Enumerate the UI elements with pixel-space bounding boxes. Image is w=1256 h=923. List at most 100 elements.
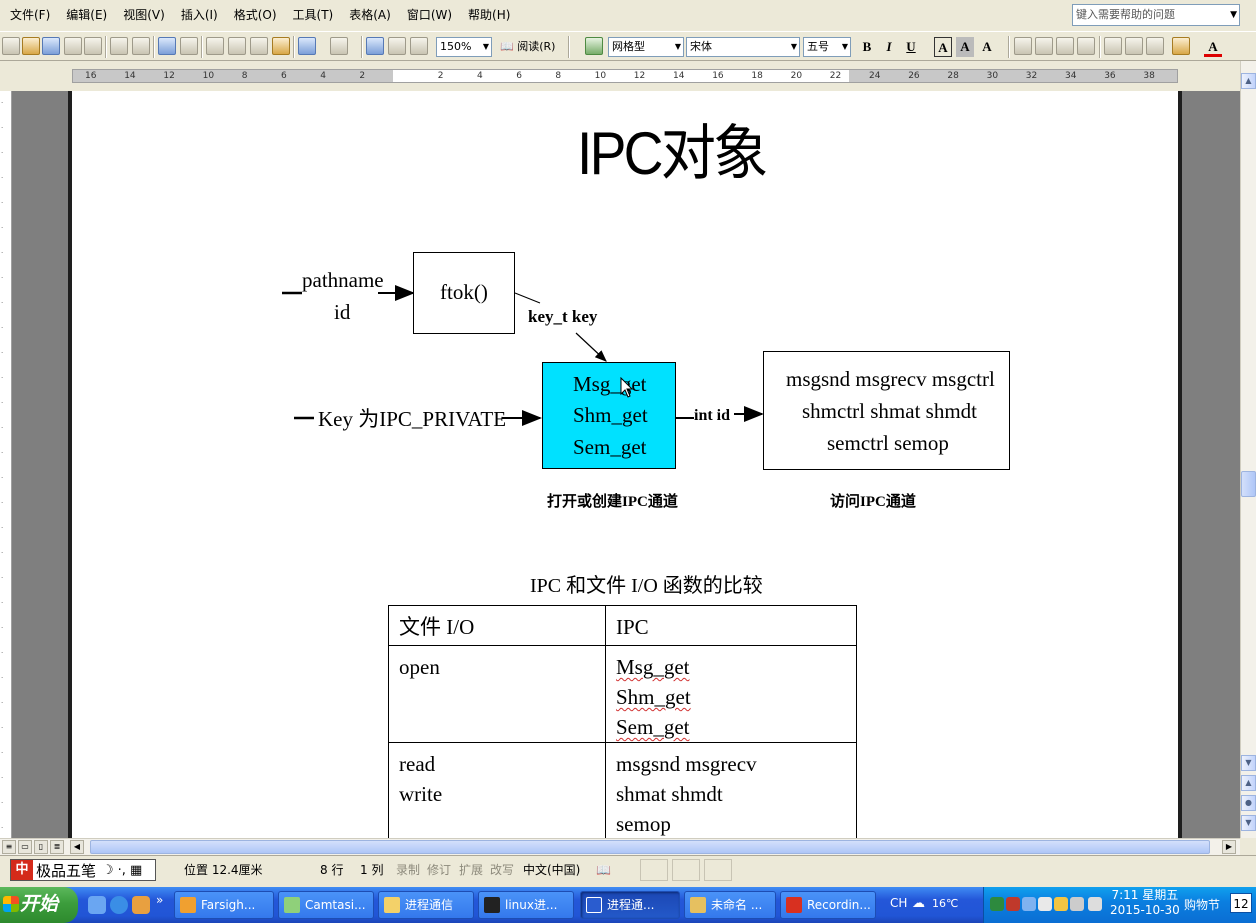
new-doc-icon[interactable] bbox=[2, 37, 20, 55]
print-preview-icon[interactable] bbox=[132, 37, 150, 55]
menu-help[interactable]: 帮助(H) bbox=[460, 0, 518, 31]
char-shading-button[interactable]: A bbox=[956, 37, 974, 57]
scroll-down-icon[interactable]: ▼ bbox=[1241, 755, 1256, 771]
task-terminal[interactable]: linux进... bbox=[478, 891, 574, 919]
chevron-down-icon[interactable]: ▼ bbox=[1230, 5, 1237, 25]
zoom-select[interactable]: 150% ▼ bbox=[436, 37, 492, 57]
menu-table[interactable]: 表格(A) bbox=[341, 0, 399, 31]
tray-app2-icon[interactable] bbox=[1038, 897, 1052, 911]
font-select[interactable]: 宋体 ▼ bbox=[686, 37, 800, 57]
italic-button[interactable]: I bbox=[880, 37, 898, 57]
cut-icon[interactable] bbox=[206, 37, 224, 55]
tray-app-icon[interactable] bbox=[1022, 897, 1036, 911]
promo-label[interactable]: 购物节 bbox=[1184, 896, 1220, 913]
bold-button[interactable]: B bbox=[858, 37, 876, 57]
bullets-icon[interactable] bbox=[1125, 37, 1143, 55]
outline-view-icon[interactable]: ≣ bbox=[50, 840, 64, 854]
paste-icon[interactable] bbox=[250, 37, 268, 55]
vertical-scrollbar[interactable]: ▲ ▼ ▲ ● ▼ bbox=[1240, 61, 1256, 838]
status-ext[interactable]: 扩展 bbox=[459, 862, 483, 878]
char-border-button[interactable]: A bbox=[934, 37, 952, 57]
punct-icon[interactable]: ·, bbox=[118, 863, 126, 878]
moon-icon[interactable]: ☽ bbox=[102, 863, 114, 878]
task-camtasia[interactable]: Camtasi... bbox=[278, 891, 374, 919]
copy-icon[interactable] bbox=[228, 37, 246, 55]
normal-view-icon[interactable]: ≡ bbox=[2, 840, 16, 854]
cell-file[interactable]: read write bbox=[388, 742, 606, 838]
tables-borders-icon[interactable] bbox=[388, 37, 406, 55]
menu-edit[interactable]: 编辑(E) bbox=[58, 0, 115, 31]
menu-format[interactable]: 格式(O) bbox=[226, 0, 285, 31]
browse-object-icon[interactable]: ● bbox=[1241, 795, 1256, 811]
justify-icon[interactable] bbox=[1077, 37, 1095, 55]
task-recording[interactable]: Recordin... bbox=[780, 891, 876, 919]
char-scale-button[interactable]: A bbox=[978, 37, 996, 57]
keyboard-icon[interactable]: ▦ bbox=[130, 863, 142, 878]
task-folder[interactable]: 进程通信 bbox=[378, 891, 474, 919]
h-scroll-thumb[interactable] bbox=[90, 840, 1210, 854]
cell-ipc[interactable]: msgsnd msgrecv shmat shmdt semop bbox=[605, 742, 857, 838]
document-page[interactable]: IPC对象 pathname id ftok() key_t key Key 为… bbox=[68, 91, 1182, 838]
redo-icon[interactable] bbox=[330, 37, 348, 55]
numbering-icon[interactable] bbox=[1104, 37, 1122, 55]
styles-icon[interactable] bbox=[585, 37, 603, 55]
style-select[interactable]: 网格型 ▼ bbox=[608, 37, 684, 57]
header-ipc[interactable]: IPC bbox=[605, 605, 857, 646]
font-color-button[interactable]: A bbox=[1204, 37, 1222, 57]
status-rec[interactable]: 录制 bbox=[396, 862, 420, 878]
calendar-day[interactable]: 12 bbox=[1230, 893, 1252, 913]
weather-icon[interactable]: ☁ bbox=[912, 896, 925, 911]
security-icon[interactable] bbox=[1006, 897, 1020, 911]
lang-indicator[interactable]: CH bbox=[890, 896, 907, 910]
display-icon[interactable] bbox=[1088, 897, 1102, 911]
scroll-left-icon[interactable]: ◀ bbox=[70, 840, 84, 854]
scroll-up-icon[interactable]: ▲ bbox=[1241, 73, 1256, 89]
research-icon[interactable] bbox=[180, 37, 198, 55]
scroll-thumb[interactable] bbox=[1241, 471, 1256, 497]
start-button[interactable]: 开始 bbox=[0, 887, 78, 923]
spelling-status-icon[interactable]: 📖 bbox=[596, 862, 611, 878]
status-ovr[interactable]: 改写 bbox=[490, 862, 514, 878]
horizontal-scrollbar[interactable]: ≡ ▭ ▯ ≣ ◀ ▶ bbox=[0, 838, 1240, 855]
undo-icon[interactable] bbox=[298, 37, 316, 55]
status-trk[interactable]: 修订 bbox=[427, 862, 451, 878]
next-page-icon[interactable]: ▼ bbox=[1241, 815, 1256, 831]
task-farsight[interactable]: Farsigh... bbox=[174, 891, 274, 919]
read-mode-button[interactable]: 📖 阅读(R) bbox=[500, 37, 555, 57]
insert-table-icon[interactable] bbox=[410, 37, 428, 55]
hyperlink-icon[interactable] bbox=[366, 37, 384, 55]
print-view-icon[interactable]: ▯ bbox=[34, 840, 48, 854]
spelling-icon[interactable] bbox=[158, 37, 176, 55]
format-painter-icon[interactable] bbox=[272, 37, 290, 55]
menu-window[interactable]: 窗口(W) bbox=[399, 0, 460, 31]
ie-icon[interactable] bbox=[110, 896, 128, 914]
email-icon[interactable] bbox=[84, 37, 102, 55]
permission-icon[interactable] bbox=[64, 37, 82, 55]
cell-ipc[interactable]: Msg_get Shm_get Sem_get bbox=[605, 645, 857, 743]
menu-insert[interactable]: 插入(I) bbox=[173, 0, 226, 31]
align-center-icon[interactable] bbox=[1035, 37, 1053, 55]
menu-file[interactable]: 文件(F) bbox=[2, 0, 58, 31]
align-right-icon[interactable] bbox=[1056, 37, 1074, 55]
header-file-io[interactable]: 文件 I/O bbox=[388, 605, 606, 646]
clock[interactable]: 7:11 星期五 2015-10-30 bbox=[1110, 888, 1180, 918]
align-left-icon[interactable] bbox=[1014, 37, 1032, 55]
indent-icon[interactable] bbox=[1146, 37, 1164, 55]
underline-button[interactable]: U bbox=[902, 37, 920, 57]
task-paint[interactable]: 未命名 ... bbox=[684, 891, 776, 919]
ruler-bar[interactable]: 16 14 12 10 8 6 4 2 2 4 6 8 10 12 14 16 18 20 22 24 26 28 30 32… bbox=[72, 69, 1178, 83]
volume-icon[interactable] bbox=[1054, 897, 1068, 911]
save-icon[interactable] bbox=[42, 37, 60, 55]
scroll-right-icon[interactable]: ▶ bbox=[1222, 840, 1236, 854]
cell-file[interactable]: open bbox=[388, 645, 606, 743]
help-search-input[interactable]: 键入需要帮助的问题 ▼ bbox=[1072, 4, 1240, 26]
font-size-select[interactable]: 五号 ▼ bbox=[803, 37, 851, 57]
highlight-icon[interactable] bbox=[1172, 37, 1190, 55]
more-icon[interactable]: » bbox=[156, 893, 163, 907]
task-word[interactable]: 进程通... bbox=[580, 891, 680, 919]
ime-toolbar[interactable]: 中 极品五笔 ☽ ·, ▦ bbox=[10, 859, 156, 881]
tray-app3-icon[interactable] bbox=[1070, 897, 1084, 911]
web-view-icon[interactable]: ▭ bbox=[18, 840, 32, 854]
print-icon[interactable] bbox=[110, 37, 128, 55]
network-icon[interactable] bbox=[990, 897, 1004, 911]
